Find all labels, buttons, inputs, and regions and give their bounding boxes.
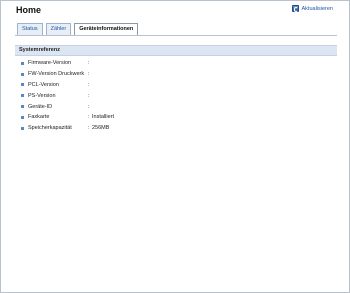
- refresh-button[interactable]: Aktualisieren: [291, 5, 334, 12]
- row-label: Speicherkapazität: [28, 125, 72, 132]
- row-value: 256MB: [92, 125, 110, 132]
- row-label: Firmware-Version: [28, 60, 72, 67]
- list-item: Geräte-ID :: [21, 101, 321, 112]
- row-label: FW-Version Druckwerk: [28, 71, 85, 78]
- bullet-icon: [21, 105, 24, 109]
- page-frame: Home Aktualisieren Status Zähler Gerätei…: [0, 0, 350, 293]
- refresh-label: Aktualisieren: [301, 5, 334, 12]
- info-list: Firmware-Version : FW-Version Druckwerk …: [21, 58, 321, 134]
- bullet-icon: [21, 61, 24, 65]
- list-item: PCL-Version :: [21, 80, 321, 91]
- list-item: PS-Version :: [21, 90, 321, 101]
- section-title: Systemreferenz: [19, 47, 60, 53]
- section-header: Systemreferenz: [15, 45, 337, 56]
- row-label: PS-Version: [28, 92, 56, 99]
- row-separator: :: [88, 81, 90, 88]
- row-label: Geräte-ID: [28, 103, 53, 110]
- bullet-icon: [21, 83, 24, 87]
- row-value: Installiert: [92, 114, 115, 121]
- row-separator: :: [88, 92, 90, 99]
- row-separator: :: [88, 60, 90, 67]
- row-separator: :: [88, 103, 90, 110]
- row-separator: :: [88, 71, 90, 78]
- bullet-icon: [21, 72, 24, 76]
- list-item: FW-Version Druckwerk :: [21, 69, 321, 80]
- bullet-icon: [21, 126, 24, 130]
- row-label: Faxkarte: [28, 114, 50, 121]
- list-item: Faxkarte : Installiert: [21, 112, 321, 123]
- tab-divider: [15, 35, 337, 36]
- refresh-icon: [291, 5, 299, 12]
- page-title: Home: [16, 5, 42, 15]
- bullet-icon: [21, 115, 24, 119]
- row-label: PCL-Version: [28, 81, 59, 88]
- list-item: Firmware-Version :: [21, 58, 321, 69]
- list-item: Speicherkapazität : 256MB: [21, 123, 321, 134]
- bullet-icon: [21, 94, 24, 98]
